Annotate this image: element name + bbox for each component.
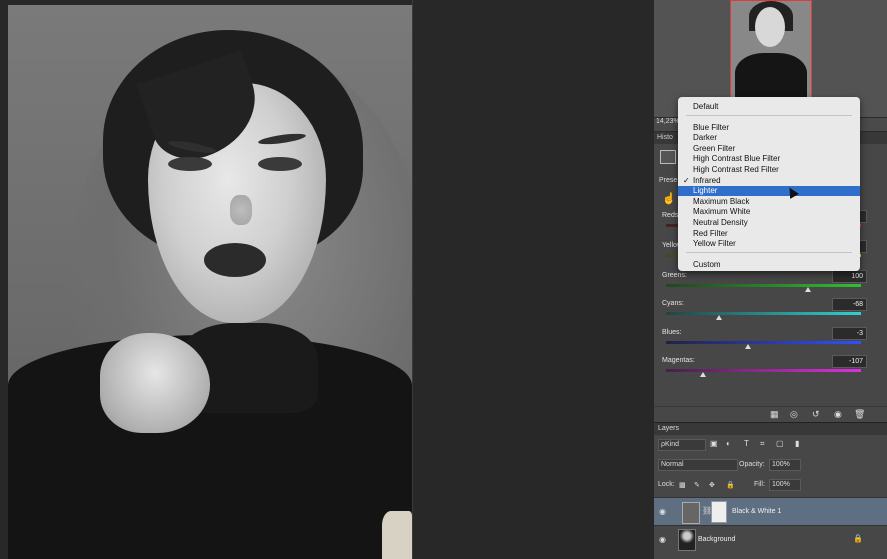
navigator-thumbnail[interactable] bbox=[730, 0, 812, 99]
slider-track[interactable] bbox=[666, 341, 861, 344]
menu-item-label: Default bbox=[693, 102, 719, 111]
menu-item-label: Neutral Density bbox=[693, 218, 748, 227]
opacity-field[interactable]: 100% bbox=[769, 459, 801, 471]
layer-mask-thumbnail[interactable] bbox=[711, 501, 727, 523]
slider-value-field[interactable]: -68 bbox=[832, 298, 867, 311]
slider-track[interactable] bbox=[666, 369, 861, 372]
tab-history[interactable]: Histo bbox=[657, 134, 673, 141]
menu-item-label: High Contrast Red Filter bbox=[693, 165, 779, 174]
menu-item-label: Maximum Black bbox=[693, 196, 750, 206]
layer-row-black-white[interactable]: ◉ ⛓ Black & White 1 bbox=[654, 497, 887, 525]
slider-track[interactable] bbox=[666, 312, 861, 315]
layers-header: Layers bbox=[654, 422, 887, 436]
menu-item[interactable]: Maximum White bbox=[678, 207, 860, 217]
menu-item[interactable]: High Contrast Red Filter bbox=[678, 165, 860, 175]
menu-item-label: High Contrast Blue Filter bbox=[693, 154, 781, 164]
lock-all-icon[interactable]: 🔒 bbox=[726, 481, 735, 489]
slider-value-field[interactable]: -107 bbox=[832, 355, 867, 368]
tab-layers[interactable]: Layers bbox=[658, 425, 679, 432]
blend-mode-select[interactable]: Normal bbox=[658, 459, 738, 471]
trash-icon[interactable]: 🗑 bbox=[854, 409, 865, 420]
fill-field[interactable]: 100% bbox=[769, 479, 801, 491]
layer-name[interactable]: Black & White 1 bbox=[732, 508, 781, 515]
menu-separator bbox=[686, 251, 852, 253]
adjustment-icon bbox=[660, 150, 676, 164]
menu-item[interactable]: Maximum Black bbox=[678, 197, 860, 207]
adjustment-filter-icon[interactable]: ◐ bbox=[726, 439, 731, 448]
eye-icon[interactable]: ◉ bbox=[659, 507, 666, 516]
menu-separator bbox=[686, 114, 852, 116]
hand-icon[interactable]: ☝ bbox=[662, 192, 676, 205]
menu-item-label: Custom bbox=[693, 259, 721, 269]
fill-label: Fill: bbox=[754, 481, 765, 488]
menu-item[interactable]: Default bbox=[678, 102, 860, 112]
menu-item[interactable]: ✓ Infrared bbox=[678, 176, 860, 186]
menu-item-label: Blue Filter bbox=[693, 122, 730, 132]
layer-name[interactable]: Background bbox=[698, 536, 735, 543]
slider-thumb[interactable] bbox=[715, 315, 722, 320]
lock-icon: 🔒 bbox=[853, 534, 863, 543]
menu-item-label: Darker bbox=[693, 133, 718, 143]
shape-filter-icon[interactable]: ⌗ bbox=[760, 439, 765, 449]
lock-position-icon[interactable]: ✥ bbox=[709, 481, 715, 489]
menu-item[interactable]: Neutral Density bbox=[678, 218, 860, 228]
eye-icon[interactable]: ◉ bbox=[659, 535, 666, 544]
clip-icon[interactable]: ▦ bbox=[770, 409, 779, 420]
adjustment-layer-icon bbox=[682, 502, 700, 524]
slider-value-field[interactable]: 100 bbox=[832, 270, 867, 283]
reset-icon[interactable]: ↺ bbox=[812, 409, 820, 420]
preset-dropdown-menu: Default Blue Filter Darker Green Filter High… bbox=[678, 97, 860, 271]
kind-filter-select[interactable]: ρKind bbox=[658, 439, 706, 451]
zoom-level[interactable]: 14,23% bbox=[656, 118, 680, 125]
menu-item-label: Red Filter bbox=[693, 228, 728, 238]
menu-item[interactable]: Custom bbox=[678, 260, 860, 270]
slider-label: Greens: bbox=[662, 272, 687, 279]
filter-toggle-icon[interactable]: ▮ bbox=[795, 439, 799, 448]
view-previous-icon[interactable]: ◎ bbox=[790, 409, 798, 420]
menu-item-label: Infrared bbox=[693, 175, 721, 185]
preset-label: Prese bbox=[659, 177, 678, 184]
menu-item-label: Lighter bbox=[693, 186, 718, 196]
menu-item[interactable]: Red Filter bbox=[678, 229, 860, 239]
slider-label: Blues: bbox=[662, 329, 682, 336]
lock-transparent-icon[interactable]: ▩ bbox=[679, 481, 686, 489]
menu-item[interactable]: Yellow Filter bbox=[678, 239, 860, 249]
menu-item-label: Maximum White bbox=[693, 207, 751, 217]
slider-label: Magentas: bbox=[662, 357, 695, 364]
portrait-photo bbox=[8, 5, 412, 559]
image-filter-icon[interactable]: ▣ bbox=[710, 439, 718, 448]
lock-image-icon[interactable]: ✎ bbox=[694, 481, 700, 489]
checkmark-icon: ✓ bbox=[683, 175, 690, 185]
slider-label: Cyans: bbox=[662, 300, 684, 307]
document-canvas[interactable] bbox=[0, 0, 654, 559]
menu-item-label: Green Filter bbox=[693, 143, 736, 153]
menu-item-label: Yellow Filter bbox=[693, 239, 736, 249]
smart-object-filter-icon[interactable]: ▢ bbox=[776, 439, 784, 448]
menu-item[interactable]: High Contrast Blue Filter bbox=[678, 154, 860, 164]
lock-label: Lock: bbox=[658, 481, 675, 488]
menu-item[interactable]: Darker bbox=[678, 133, 860, 143]
slider-value-field[interactable]: -3 bbox=[832, 327, 867, 340]
layer-row-background[interactable]: ◉ Background 🔒 bbox=[654, 525, 887, 553]
menu-item[interactable]: Lighter bbox=[678, 186, 860, 197]
menu-item[interactable]: Green Filter bbox=[678, 144, 860, 154]
slider-thumb[interactable] bbox=[805, 287, 812, 292]
slider-thumb[interactable] bbox=[700, 372, 707, 377]
slider-thumb[interactable] bbox=[744, 344, 751, 349]
layer-thumbnail bbox=[678, 529, 696, 551]
menu-item[interactable]: Blue Filter bbox=[678, 123, 860, 133]
opacity-label: Opacity: bbox=[739, 461, 765, 468]
right-panel: 14,23% Histo Prese ☝ Reds: Yellows: Greens… bbox=[654, 0, 887, 559]
eye-icon[interactable]: ◉ bbox=[834, 409, 842, 420]
slider-track[interactable] bbox=[666, 284, 861, 287]
type-filter-icon[interactable]: T bbox=[744, 439, 749, 448]
